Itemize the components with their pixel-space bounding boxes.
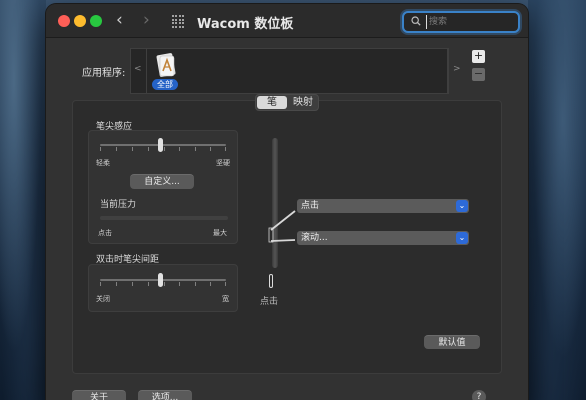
strip-divider-left <box>146 48 147 94</box>
all-applications-badge[interactable]: 全部 <box>152 79 178 90</box>
window-title: Wacom 数位板 <box>197 17 294 32</box>
lower-button-value: 滚动... <box>301 233 328 243</box>
strip-divider-right <box>448 48 449 94</box>
close-window-button[interactable] <box>58 15 70 27</box>
tip-feel-soft-label: 轻柔 <box>96 159 110 167</box>
double-click-off-label: 关闭 <box>96 295 110 303</box>
show-all-grid-icon[interactable] <box>172 15 185 28</box>
double-click-slider-knob[interactable] <box>157 273 163 287</box>
about-button[interactable]: 关于 <box>72 390 126 400</box>
scroll-apps-left-icon[interactable]: < <box>134 64 142 74</box>
help-button[interactable]: ? <box>472 390 486 400</box>
search-input[interactable] <box>426 15 514 29</box>
options-button[interactable]: 选项... <box>138 390 192 400</box>
customize-button[interactable]: 自定义... <box>130 174 194 189</box>
maximize-window-button[interactable] <box>90 15 102 27</box>
search-icon <box>411 16 421 26</box>
upper-button-value: 点击 <box>301 201 320 211</box>
pen-tip-label: 点击 <box>260 297 279 307</box>
remove-application-button[interactable]: − <box>472 68 485 81</box>
minimize-window-button[interactable] <box>74 15 86 27</box>
double-click-slider-track[interactable] <box>100 279 226 281</box>
pressure-max-label: 最大 <box>213 229 227 237</box>
search-field[interactable] <box>402 11 520 33</box>
title-bar: ‹ › Wacom 数位板 <box>46 4 528 38</box>
applications-label: 应用程序: <box>82 68 126 79</box>
double-click-wide-label: 宽 <box>222 295 229 303</box>
back-chevron-icon[interactable]: ‹ <box>116 10 123 30</box>
lower-button-popup[interactable]: 滚动... ⌄ <box>297 231 469 245</box>
tab-control: 笔 映射 <box>255 94 319 111</box>
default-button[interactable]: 默认值 <box>424 335 480 349</box>
tab-pen[interactable]: 笔 <box>257 96 287 109</box>
tip-feel-firm-label: 坚硬 <box>216 159 230 167</box>
double-click-group <box>88 264 238 312</box>
all-applications-icon[interactable] <box>154 51 178 81</box>
pressure-click-label: 点击 <box>98 229 112 237</box>
add-application-button[interactable]: + <box>472 50 485 63</box>
desktop-wallpaper-right <box>528 0 586 400</box>
forward-chevron-icon[interactable]: › <box>143 10 150 30</box>
scroll-apps-right-icon[interactable]: > <box>453 64 461 74</box>
desktop-wallpaper-left <box>0 0 46 400</box>
tip-feel-slider-track[interactable] <box>100 144 226 146</box>
chevron-down-icon: ⌄ <box>456 232 468 244</box>
tip-feel-slider-knob[interactable] <box>157 138 163 152</box>
wacom-preferences-window: ‹ › Wacom 数位板 应用程序: < > 全部 + − 笔 映射 笔尖感应 <box>46 4 528 400</box>
tab-mapping[interactable]: 映射 <box>288 95 318 110</box>
upper-button-popup[interactable]: 点击 ⌄ <box>297 199 469 213</box>
current-pressure-bar <box>100 216 228 220</box>
pen-tip-icon <box>269 274 273 288</box>
chevron-down-icon: ⌄ <box>456 200 468 212</box>
current-pressure-label: 当前压力 <box>100 200 137 210</box>
